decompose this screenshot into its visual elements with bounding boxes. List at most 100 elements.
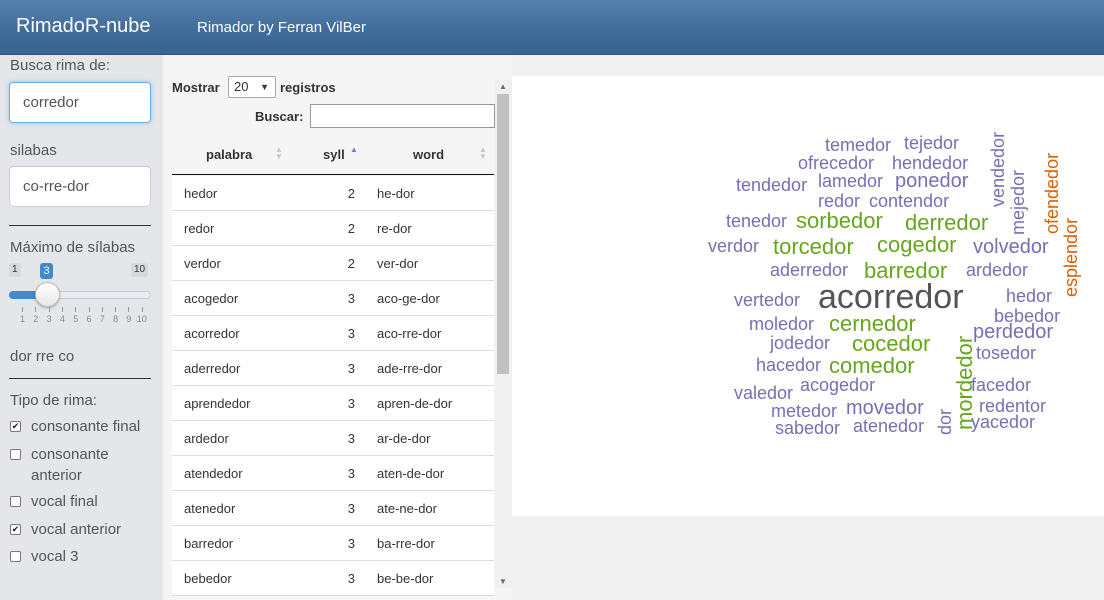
rhyme-type-label: Tipo de rima: xyxy=(10,392,97,409)
table-search-input[interactable] xyxy=(310,104,495,128)
table-cell: 2 xyxy=(347,221,355,236)
table-cell: re-dor xyxy=(377,221,412,236)
table-cell: 3 xyxy=(347,466,355,481)
cloud-word: cogedor xyxy=(877,232,957,257)
search-label: Busca rima de: xyxy=(10,57,111,74)
page-size-select[interactable]: 20 ▼ xyxy=(228,76,276,98)
cloud-word: acogedor xyxy=(800,375,876,395)
table-cell: 3 xyxy=(347,431,355,446)
table-row[interactable]: verdor 2 ver-dor xyxy=(172,246,494,281)
divider xyxy=(9,378,151,379)
checkbox-consonante-anterior[interactable] xyxy=(10,449,21,460)
table-cell: redor xyxy=(184,221,215,236)
table-cell: 3 xyxy=(347,361,355,376)
table-cell: 3 xyxy=(347,326,355,341)
table-row[interactable]: bebedor 3 be-be-dor xyxy=(172,561,494,596)
table-cell: 2 xyxy=(347,256,355,271)
table-row[interactable]: aprendedor 3 apren-de-dor xyxy=(172,386,494,421)
table-cell: apren-de-dor xyxy=(377,396,453,411)
table-row[interactable]: atenedor 3 ate-ne-dor xyxy=(172,491,494,526)
slider-tick-label: 3 xyxy=(46,314,52,324)
cloud-word: ardedor xyxy=(966,260,1029,280)
table-row[interactable]: ardedor 3 ar-de-dor xyxy=(172,421,494,456)
scroll-down-icon[interactable]: ▼ xyxy=(499,577,507,586)
cloud-word: moledor xyxy=(749,314,815,334)
slider-tick xyxy=(141,307,143,312)
checkbox-vocal-anterior[interactable]: ✔ xyxy=(10,524,21,535)
slider-tick xyxy=(75,307,77,312)
table-row[interactable]: acogedor 3 aco-ge-dor xyxy=(172,281,494,316)
cloud-word: ofendedor xyxy=(1042,152,1062,234)
slider-tick xyxy=(22,307,23,312)
slider-tick xyxy=(88,307,90,312)
table-row[interactable]: redor 2 re-dor xyxy=(172,211,494,246)
option-label: vocal 3 xyxy=(31,548,79,565)
table-cell: aderredor xyxy=(184,361,241,376)
cloud-word: vendedor xyxy=(988,131,1008,207)
slider-tick xyxy=(61,307,63,312)
cloud-word: tenedor xyxy=(726,211,788,231)
cloud-word: esplendor xyxy=(1061,217,1081,297)
table-row[interactable]: atendedor 3 aten-de-dor xyxy=(172,456,494,491)
table-row[interactable]: aderredor 3 ade-rre-dor xyxy=(172,351,494,386)
checkbox-consonante-final[interactable]: ✔ xyxy=(10,421,21,432)
table-header: palabra ▲ ▼ syll ▲ word ▲ ▼ xyxy=(172,135,494,175)
cloud-word: acorredor xyxy=(818,278,964,316)
cloud-word: lamedor xyxy=(818,171,884,191)
scroll-up-icon[interactable]: ▲ xyxy=(499,82,507,91)
table-cell: atendedor xyxy=(184,466,243,481)
table-cell: hedor xyxy=(184,186,218,201)
scrollbar-thumb[interactable] xyxy=(497,94,509,374)
table-cell: atenedor xyxy=(184,501,236,516)
option-label: vocal anterior xyxy=(31,521,122,538)
table-cell: aco-ge-dor xyxy=(377,291,440,306)
cloud-word: torcedor xyxy=(773,234,854,259)
max-syllables-label: Máximo de sílabas xyxy=(10,239,136,256)
navbar-tab-title[interactable]: Rimador by Ferran VilBer xyxy=(197,19,366,36)
table-row[interactable]: hedor 2 he-dor xyxy=(172,176,494,211)
navbar: RimadoR-nube Rimador by Ferran VilBer xyxy=(0,0,1104,55)
table-cell: bebedor xyxy=(184,571,232,586)
slider-tick xyxy=(35,307,37,312)
column-header-syll[interactable]: syll xyxy=(323,147,345,162)
cloud-word: dor xyxy=(935,408,955,435)
cloud-word: yacedor xyxy=(971,412,1036,432)
table-cell: ate-ne-dor xyxy=(377,501,437,516)
cloud-word: ponedor xyxy=(895,170,969,192)
slider-max-label: 10 xyxy=(131,263,149,277)
table-cell: ardedor xyxy=(184,431,229,446)
syllables-output: co-rre-dor xyxy=(9,166,151,207)
divider xyxy=(9,225,151,226)
table-row[interactable]: acorredor 3 aco-rre-dor xyxy=(172,316,494,351)
column-header-palabra[interactable]: palabra xyxy=(206,147,252,162)
table-cell: verdor xyxy=(184,256,221,271)
column-header-word[interactable]: word xyxy=(413,147,444,162)
slider-tick xyxy=(115,307,117,312)
navbar-brand[interactable]: RimadoR-nube xyxy=(16,15,151,38)
cloud-word: jodedor xyxy=(770,333,831,353)
cloud-word: verdor xyxy=(708,236,760,256)
option-label: consonante anterior xyxy=(31,446,109,484)
table-cell: ba-rre-dor xyxy=(377,536,435,551)
sort-both-icon: ▲ ▼ xyxy=(275,145,283,161)
cloud-word: movedor xyxy=(846,397,924,419)
slider-handle[interactable] xyxy=(35,282,60,307)
cloud-word: tosedor xyxy=(976,343,1037,363)
checkbox-vocal-final[interactable] xyxy=(10,496,21,507)
rhyme-parts-text: dor rre co xyxy=(10,348,75,365)
table-cell: 3 xyxy=(347,571,355,586)
cloud-word: temedor xyxy=(825,135,892,155)
table-panel: Mostrar 20 ▼ registros Buscar: palabra ▲… xyxy=(163,55,512,600)
table-cell: ade-rre-dor xyxy=(377,361,443,376)
slider-tick-label: 6 xyxy=(86,314,92,324)
table-row[interactable]: barredor 3 ba-rre-dor xyxy=(172,526,494,561)
rhyme-search-input[interactable]: corredor xyxy=(9,82,151,123)
table-cell: ar-de-dor xyxy=(377,431,431,446)
cloud-word: mejedor xyxy=(1008,169,1028,235)
cloud-word: derredor xyxy=(905,210,989,235)
checkbox-vocal-3[interactable] xyxy=(10,551,21,562)
table-scrollbar[interactable]: ▲ ▼ xyxy=(495,80,512,588)
slider-tick-label: 1 xyxy=(20,314,26,324)
slider-tick-label: 9 xyxy=(126,314,132,324)
slider-tick xyxy=(128,307,130,312)
